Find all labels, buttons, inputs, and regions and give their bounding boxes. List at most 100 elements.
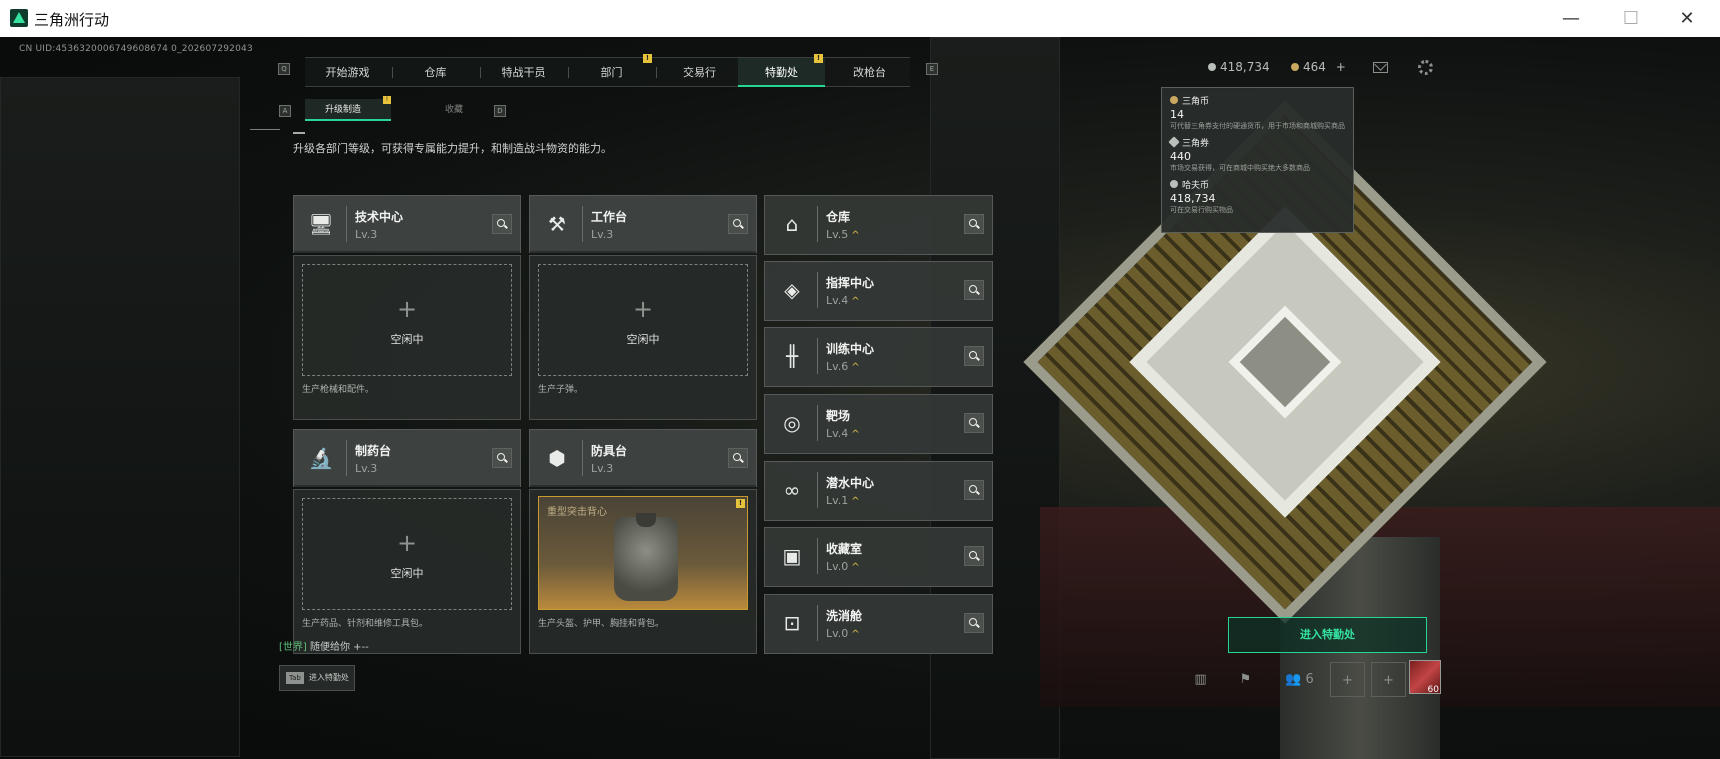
tab-special-ops[interactable]: 特勤处 ! — [738, 54, 825, 87]
tab-operators[interactable]: 特战干员 — [481, 58, 566, 87]
level-text: Lv.4 — [826, 294, 849, 307]
facility-name: 训练中心 — [826, 342, 875, 356]
facility-diving-center[interactable]: ∞ 潜水中心 Lv.1 ^ — [764, 461, 993, 521]
empty-slot[interactable]: + 空闲中 — [302, 498, 512, 610]
divider — [817, 272, 818, 308]
friends-button[interactable]: 👥 6 — [1277, 662, 1322, 697]
game-viewport: CN UID:4536320006749608674 0_20260729204… — [0, 37, 1720, 759]
empty-slot[interactable]: + 空闲中 — [538, 264, 748, 376]
production-slot[interactable]: + 空闲中 生产子弹。 — [529, 255, 757, 420]
tooltip-desc: 可代替三角券支付的硬通货币，用于市场和商城购买商品 — [1170, 122, 1345, 130]
next-tab-key[interactable]: E — [926, 63, 938, 75]
facility-tech-center[interactable]: 🖥 技术中心 Lv.3 — [293, 195, 521, 253]
add-teammate-button[interactable]: + — [1371, 662, 1406, 697]
divider — [817, 538, 818, 574]
facility-warehouse[interactable]: ⌂ 仓库 Lv.5 ^ — [764, 195, 993, 255]
triangle-coin-icon — [1291, 63, 1299, 71]
mail-icon[interactable] — [1373, 62, 1388, 73]
enter-special-ops-button[interactable]: 进入特勤处 — [1228, 617, 1427, 653]
facility-name: 指挥中心 — [826, 276, 875, 290]
divider — [817, 405, 818, 441]
prev-tab-key[interactable]: Q — [278, 63, 290, 75]
tab-department[interactable]: 部门 ! — [569, 54, 654, 87]
search-icon[interactable] — [728, 214, 748, 234]
search-icon[interactable] — [964, 613, 984, 633]
computer-icon: 🖥 — [308, 212, 334, 236]
triangle-coin-display[interactable]: 464 + — [1291, 60, 1346, 74]
upgrade-icon: ^ — [851, 562, 860, 573]
add-teammate-button[interactable]: + — [1330, 662, 1365, 697]
production-slot[interactable]: + 空闲中 生产药品、针剂和维修工具包。 — [293, 489, 521, 654]
hafu-coin-icon — [1170, 180, 1178, 188]
tab-warehouse[interactable]: 仓库 — [393, 58, 478, 87]
chat-message: 随便给你 +-- — [310, 642, 369, 653]
flag-icon[interactable]: ⚑ — [1228, 662, 1263, 697]
search-icon[interactable] — [728, 448, 748, 468]
tab-trading[interactable]: 交易行 — [657, 58, 742, 87]
production-slot[interactable]: 重型突击背心 ! 生产头盔、护甲、胸挂和背包。 — [529, 489, 757, 654]
facility-collection-room[interactable]: ▣ 收藏室 Lv.0 ^ — [764, 527, 993, 587]
search-icon[interactable] — [964, 480, 984, 500]
subtab-upgrade-craft[interactable]: 升级制造 ! — [305, 96, 391, 121]
alert-badge: ! — [736, 499, 745, 508]
divider — [817, 206, 818, 242]
hafu-coin-value: 418,734 — [1220, 60, 1270, 74]
search-icon[interactable] — [964, 546, 984, 566]
tab-gunsmith[interactable]: 改枪台 — [827, 58, 912, 87]
search-icon[interactable] — [964, 214, 984, 234]
tab-department-label: 部门 — [600, 66, 623, 79]
facility-desc: 生产药品、针剂和维修工具包。 — [302, 619, 429, 629]
next-subtab-key[interactable]: D — [494, 105, 506, 117]
search-icon[interactable] — [964, 346, 984, 366]
gear-icon[interactable] — [1418, 60, 1433, 75]
reticle-line — [250, 129, 280, 130]
hafu-coin-display[interactable]: 418,734 — [1208, 60, 1270, 74]
target-icon: ◎ — [783, 411, 801, 435]
tab-hint-label: 进入特勤处 — [308, 673, 349, 682]
empty-slot[interactable]: + 空闲中 — [302, 264, 512, 376]
subtab-favorites[interactable]: 收藏 — [417, 99, 487, 121]
upgrade-icon: ^ — [851, 362, 860, 373]
facility-decontamination[interactable]: ⊡ 洗消舱 Lv.0 ^ — [764, 594, 993, 654]
production-slot[interactable]: + 空闲中 生产枪械和配件。 — [293, 255, 521, 420]
friends-icon: 👥 — [1285, 672, 1302, 687]
facility-workbench[interactable]: ⚒ 工作台 Lv.3 — [529, 195, 757, 253]
producing-item[interactable]: 重型突击背心 ! — [538, 496, 748, 610]
search-icon[interactable] — [492, 448, 512, 468]
microscope-icon: 🔬 — [308, 446, 334, 470]
level-text: Lv.0 — [826, 560, 849, 573]
alert-badge: ! — [643, 54, 652, 63]
safe-icon: ▣ — [782, 544, 802, 568]
stats-icon[interactable]: ▥ — [1183, 662, 1218, 697]
plus-icon: + — [396, 295, 418, 323]
tooltip-name: 哈夫币 — [1182, 181, 1210, 191]
tooltip-value: 440 — [1170, 150, 1191, 163]
alert-badge: ! — [814, 54, 823, 63]
facility-training-center[interactable]: ╫ 训练中心 Lv.6 ^ — [764, 327, 993, 387]
slot-status: 空闲中 — [390, 567, 424, 580]
facility-header: ⬢ 防具台 Lv.3 — [530, 430, 756, 487]
facility-shooting-range[interactable]: ◎ 靶场 Lv.4 ^ — [764, 394, 993, 454]
add-currency-button[interactable]: + — [1336, 60, 1346, 74]
prev-subtab-key[interactable]: A — [279, 105, 291, 117]
search-icon[interactable] — [492, 214, 512, 234]
search-icon[interactable] — [964, 280, 984, 300]
slot-status: 空闲中 — [390, 333, 424, 346]
facility-armor-bench[interactable]: ⬢ 防具台 Lv.3 — [529, 429, 757, 487]
facility-command-center[interactable]: ◈ 指挥中心 Lv.4 ^ — [764, 261, 993, 321]
minimize-button[interactable]: — — [1548, 4, 1594, 34]
tab-hint[interactable]: Tab 进入特勤处 — [279, 665, 355, 691]
divider — [582, 440, 583, 476]
close-button[interactable]: ✕ — [1664, 4, 1710, 34]
facility-pharmacy[interactable]: 🔬 制药台 Lv.3 — [293, 429, 521, 487]
search-icon[interactable] — [964, 413, 984, 433]
chat-line[interactable]: [世界] 随便给你 +-- — [279, 638, 369, 653]
tab-start-game[interactable]: 开始游戏 — [305, 58, 390, 87]
facility-name: 工作台 — [591, 210, 628, 224]
plus-icon: + — [632, 295, 654, 323]
maximize-button[interactable]: ☐ — [1608, 4, 1654, 34]
desc-accent-line — [293, 132, 305, 134]
avatar[interactable]: 60 — [1409, 660, 1441, 695]
upgrade-icon: ^ — [851, 496, 860, 507]
level-text: Lv.5 — [826, 228, 849, 241]
